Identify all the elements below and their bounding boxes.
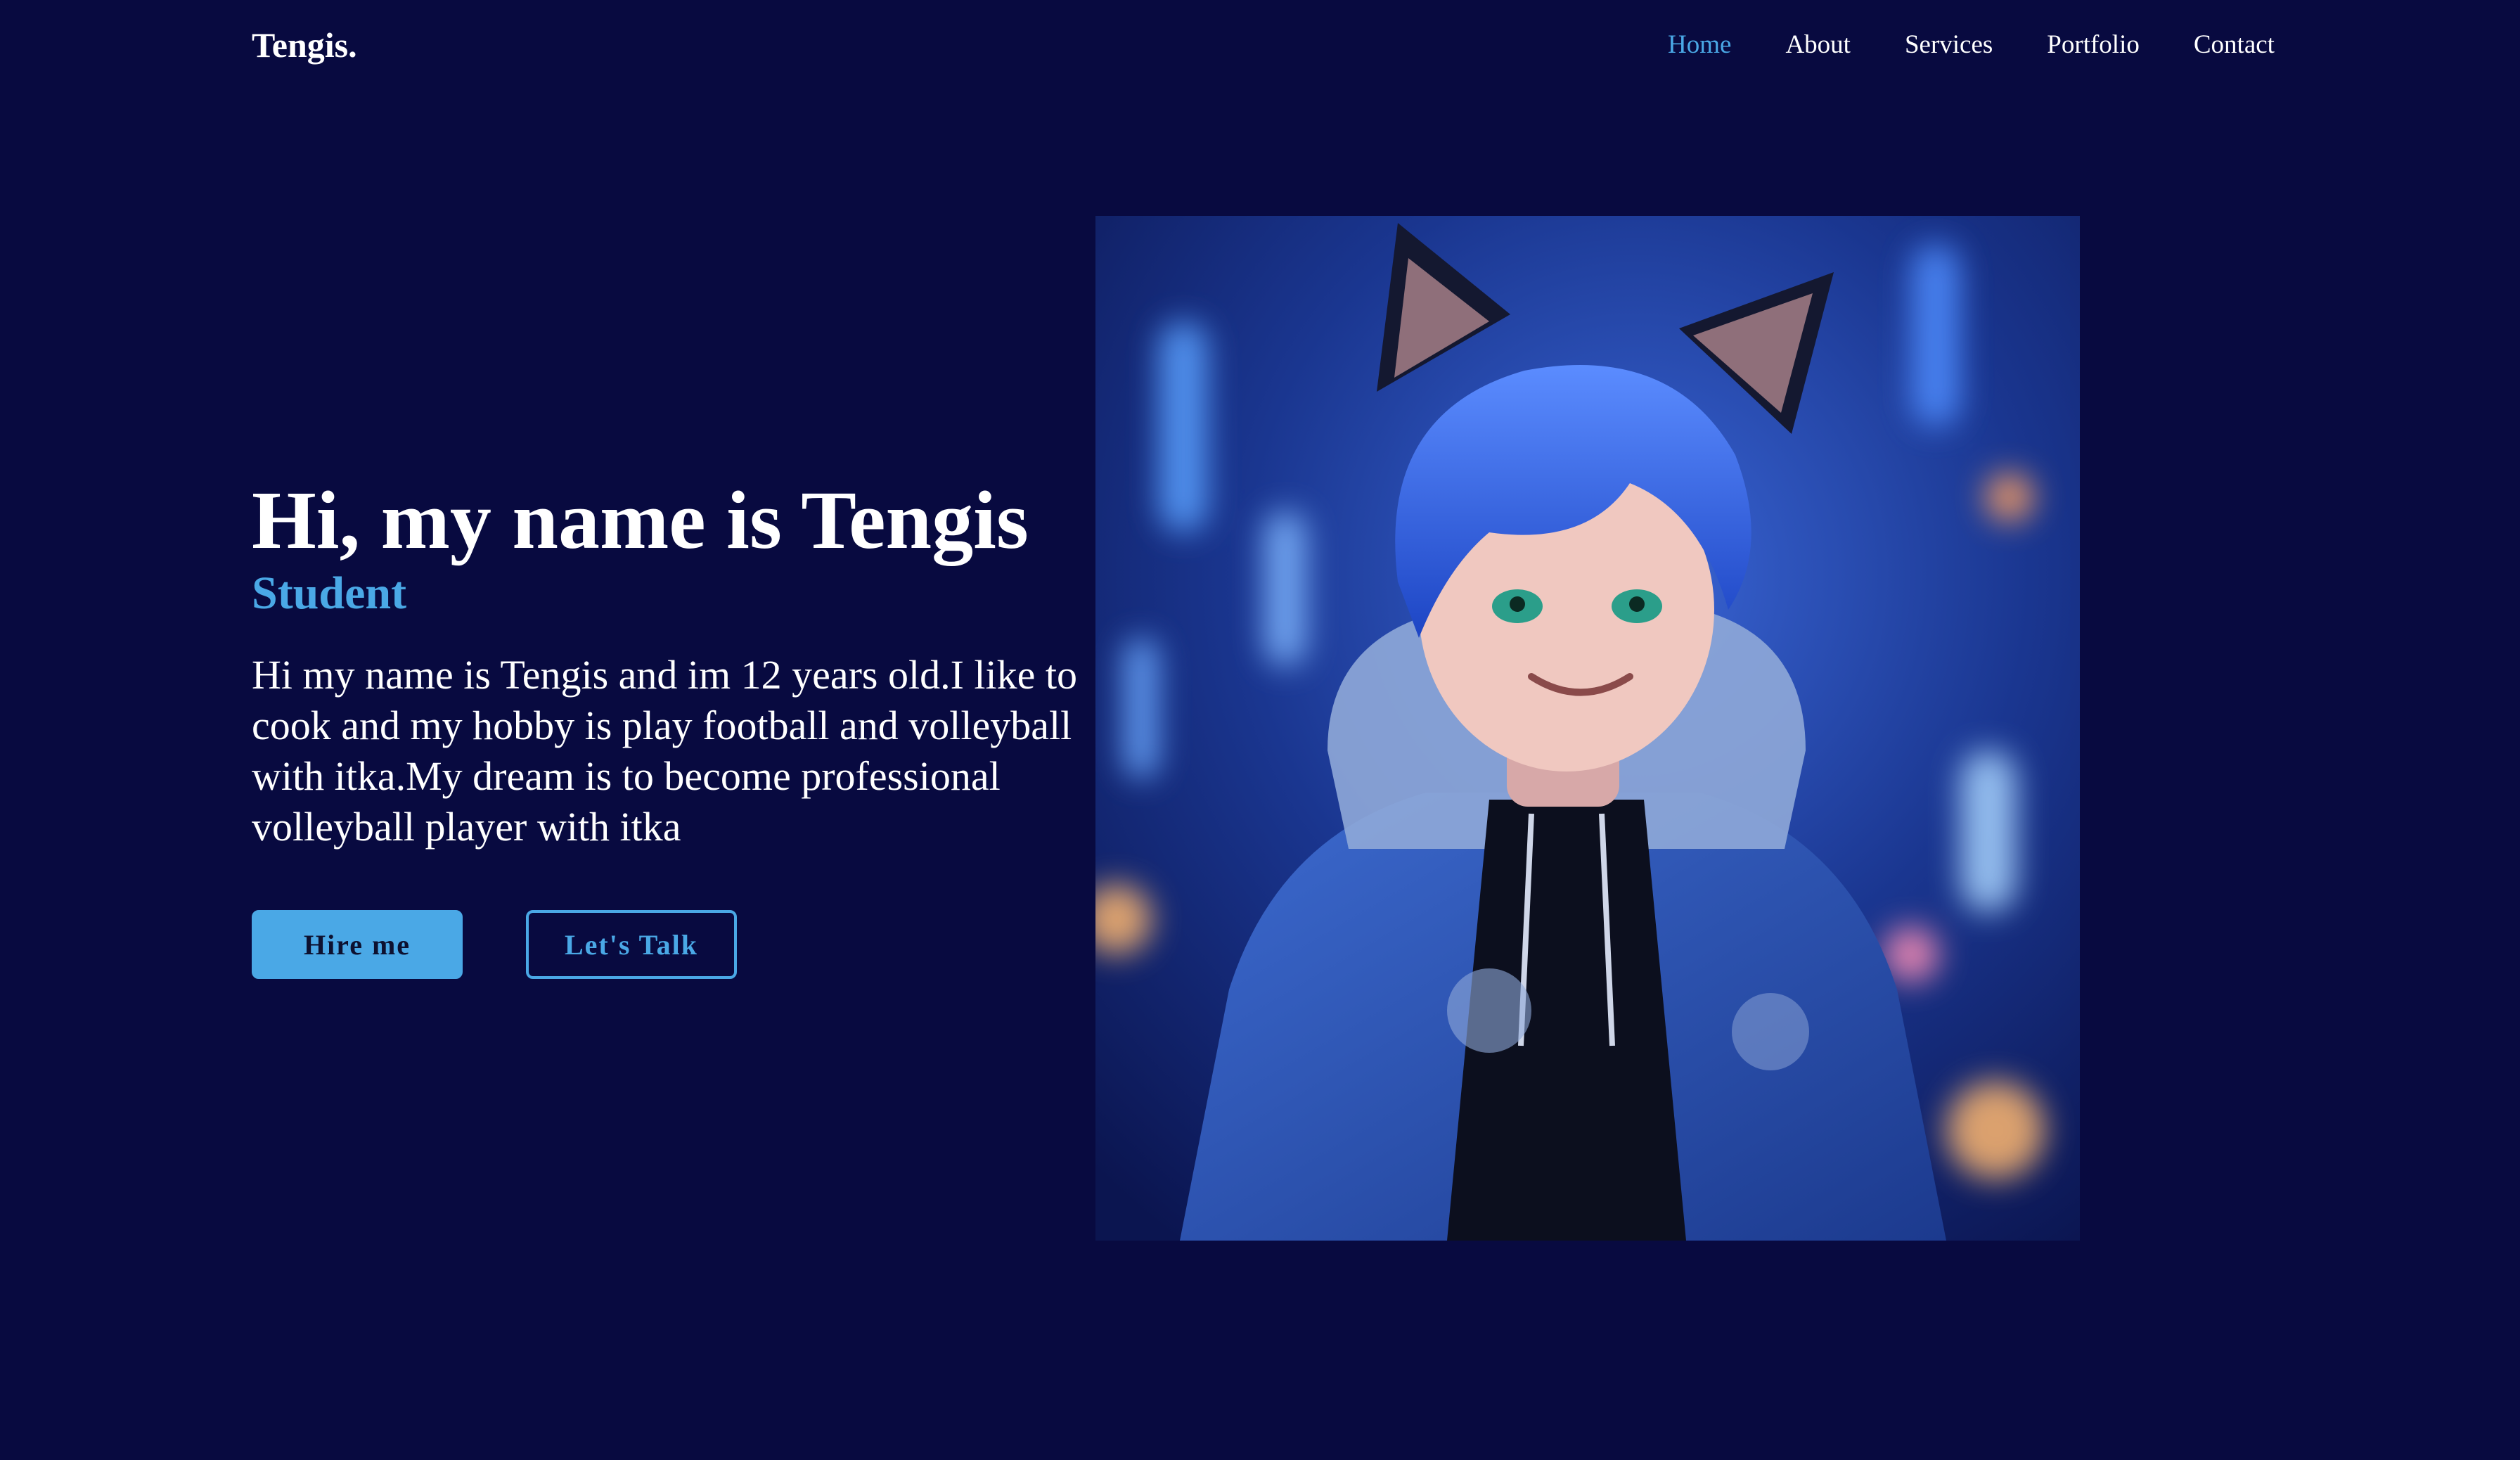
nav-link-contact[interactable]: Contact [2194,27,2275,63]
nav-link-services[interactable]: Services [1905,27,1993,63]
nav-link-portfolio[interactable]: Portfolio [2047,27,2140,63]
site-logo[interactable]: Tengis. [252,24,357,66]
portrait-illustration [1095,216,2080,1241]
hero-role: Student [252,568,407,619]
hero-buttons: Hire me Let's Talk [252,910,737,979]
nav-link-about[interactable]: About [1785,27,1851,63]
site-header: Tengis. Home About Services Portfolio Co… [0,0,2520,91]
hero-description: Hi my name is Tengis and im 12 years old… [252,652,1078,850]
main-nav: Home About Services Portfolio Contact [1668,27,2275,63]
hero-title: Hi, my name is Tengis [252,474,1029,566]
nav-link-home[interactable]: Home [1668,27,1731,63]
hire-me-button[interactable]: Hire me [252,910,463,979]
lets-talk-button[interactable]: Let's Talk [526,910,737,979]
hero-text-section: Hi, my name is Tengis Student Hi my name… [252,471,1081,893]
profile-portrait-image [1095,216,2080,1241]
